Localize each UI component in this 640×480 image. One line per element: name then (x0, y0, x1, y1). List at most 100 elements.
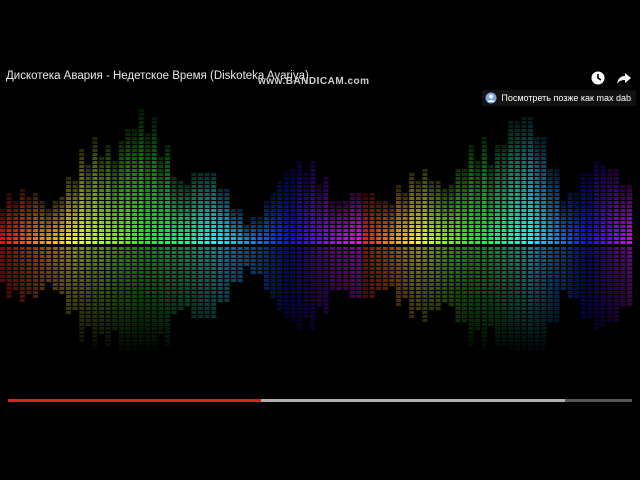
eq-reflection-segment (481, 335, 487, 338)
eq-reflection-segment (46, 255, 52, 258)
eq-reflection-segment (125, 319, 131, 322)
clock-icon[interactable] (590, 70, 606, 86)
eq-reflection-segment (59, 275, 65, 278)
eq-segment (13, 217, 19, 220)
eq-reflection-segment (79, 263, 85, 266)
eq-reflection-segment (495, 291, 500, 294)
eq-reflection-segment (52, 267, 58, 270)
eq-reflection-segment (290, 287, 296, 290)
eq-reflection-segment (627, 251, 632, 254)
eq-segment (184, 225, 190, 228)
eq-reflection-segment (495, 323, 500, 326)
eq-segment (567, 241, 573, 244)
eq-reflection-segment (594, 283, 599, 286)
video-player[interactable]: Дискотека Авария - Недетское Время (Disk… (0, 0, 640, 480)
eq-segment (330, 229, 335, 232)
eq-reflection-segment (389, 279, 395, 282)
eq-reflection-segment (435, 247, 441, 250)
eq-reflection-segment (178, 267, 184, 270)
eq-reflection-segment (567, 295, 573, 298)
eq-segment (514, 233, 520, 236)
eq-reflection-segment (534, 283, 540, 286)
eq-segment (237, 229, 243, 232)
eq-reflection-segment (363, 295, 368, 298)
eq-segment (316, 233, 322, 236)
eq-segment (396, 221, 401, 224)
eq-segment (0, 237, 5, 240)
eq-segment (217, 229, 223, 232)
eq-reflection-segment (409, 291, 415, 294)
eq-reflection-segment (184, 271, 190, 274)
eq-reflection-segment (501, 279, 507, 282)
eq-reflection-segment (165, 291, 170, 294)
eq-segment (415, 213, 421, 216)
eq-reflection-segment (402, 271, 408, 274)
eq-reflection-segment (132, 259, 137, 262)
eq-reflection-segment (125, 283, 131, 286)
eq-reflection-segment (92, 283, 98, 286)
eq-reflection-segment (541, 335, 547, 338)
eq-reflection-segment (112, 315, 118, 318)
eq-reflection-segment (613, 295, 619, 298)
eq-reflection-segment (336, 255, 342, 258)
eq-segment (376, 213, 382, 216)
eq-segment (224, 225, 230, 228)
eq-segment (26, 221, 32, 224)
eq-reflection-segment (501, 307, 507, 310)
eq-reflection-segment (422, 283, 428, 286)
eq-segment (627, 213, 632, 216)
eq-segment (448, 237, 454, 240)
eq-reflection-segment (580, 275, 586, 278)
eq-reflection-segment (132, 263, 137, 266)
eq-reflection-segment (151, 247, 157, 250)
eq-reflection-segment (112, 251, 118, 254)
eq-reflection-segment (105, 295, 111, 298)
eq-reflection-segment (138, 331, 144, 334)
eq-segment (534, 233, 540, 236)
eq-reflection-segment (290, 283, 296, 286)
eq-reflection-segment (151, 339, 157, 342)
eq-segment (66, 233, 71, 236)
eq-segment (184, 233, 190, 236)
eq-reflection-segment (627, 291, 632, 294)
eq-reflection-segment (118, 319, 124, 322)
eq-reflection-segment (19, 251, 25, 254)
eq-reflection-segment (92, 251, 98, 254)
eq-segment (442, 233, 448, 236)
eq-reflection-segment (316, 271, 322, 274)
eq-reflection-segment (224, 263, 230, 266)
eq-reflection-segment (442, 267, 448, 270)
eq-segment (204, 229, 210, 232)
eq-reflection-segment (264, 247, 269, 250)
eq-reflection-segment (125, 323, 131, 326)
eq-segment (151, 225, 157, 228)
eq-reflection-segment (554, 315, 560, 318)
eq-segment (191, 241, 197, 244)
eq-segment (587, 237, 593, 240)
eq-reflection-segment (323, 307, 329, 310)
eq-reflection-segment (508, 347, 514, 350)
share-icon[interactable] (616, 70, 632, 86)
eq-segment (165, 241, 170, 244)
watch-later-banner[interactable]: Посмотреть позже как max dab (482, 90, 636, 106)
eq-segment (323, 217, 329, 220)
eq-reflection-segment (112, 255, 118, 258)
eq-reflection-segment (481, 339, 487, 342)
eq-segment (178, 217, 184, 220)
eq-reflection-segment (112, 279, 118, 282)
eq-segment (514, 217, 520, 220)
eq-reflection-segment (468, 279, 474, 282)
progress-bar[interactable] (8, 399, 632, 402)
eq-reflection-segment (534, 279, 540, 282)
eq-reflection-segment (613, 275, 619, 278)
eq-reflection-segment (567, 287, 573, 290)
eq-segment (415, 225, 421, 228)
eq-reflection-segment (402, 279, 408, 282)
eq-reflection-segment (99, 267, 104, 270)
eq-segment (264, 221, 269, 224)
eq-reflection-segment (349, 279, 355, 282)
eq-reflection-segment (158, 319, 164, 322)
eq-segment (594, 237, 599, 240)
eq-reflection-segment (99, 283, 104, 286)
eq-reflection-segment (158, 307, 164, 310)
